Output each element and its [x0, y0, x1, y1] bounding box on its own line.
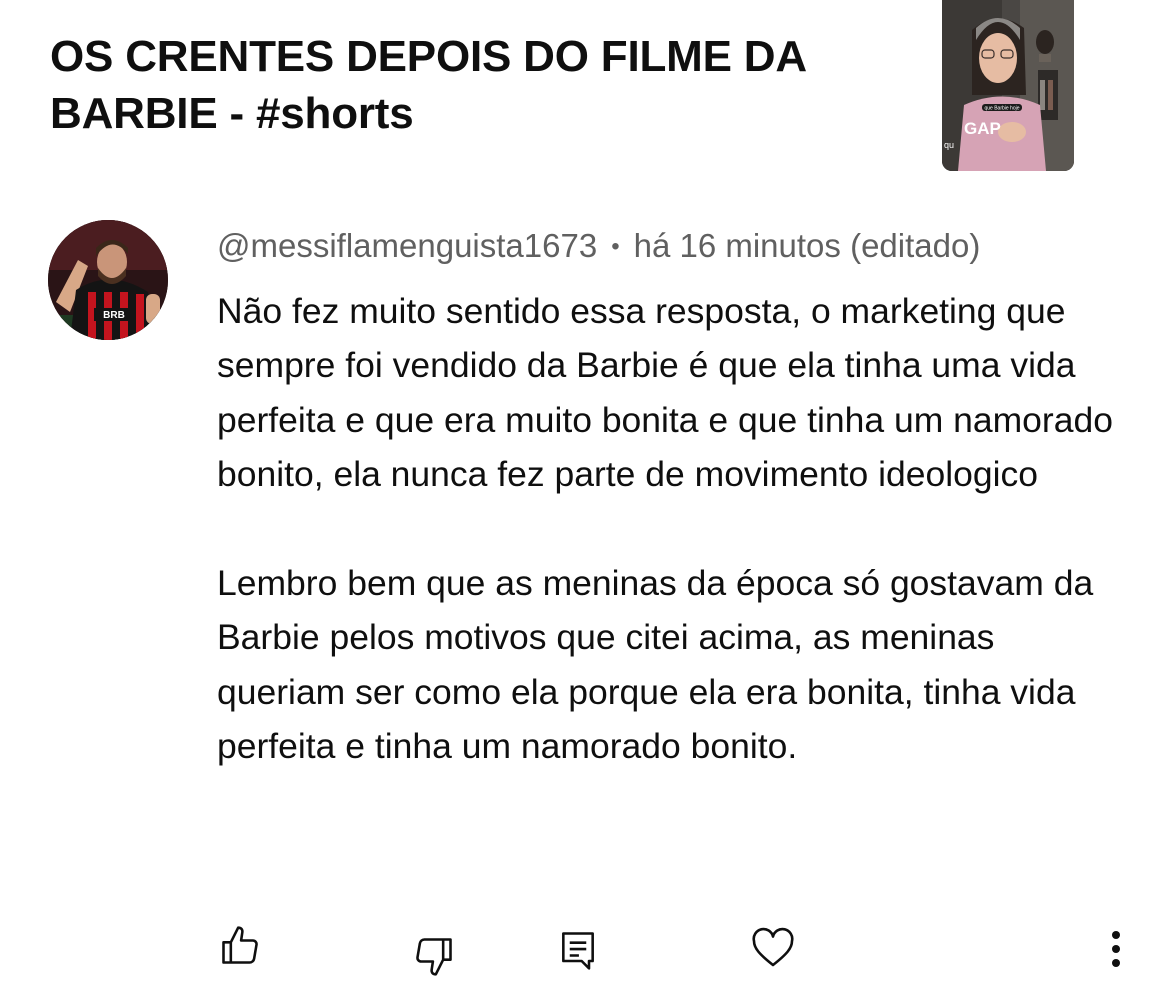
comment-author[interactable]: @messiflamenguista1673 [217, 227, 597, 264]
dislike-button[interactable] [408, 930, 460, 982]
comment-meta: @messiflamenguista1673 • há 16 minutos (ed… [217, 224, 980, 268]
thumbnail-caption: que Barbie hoje [984, 106, 1019, 112]
avatar-shirt-text: BRB [103, 310, 125, 321]
video-thumbnail[interactable]: que Barbie hoje GAP qu [942, 0, 1074, 171]
comment-icon [562, 932, 594, 970]
comment-paragraph: Lembro bem que as meninas da época só go… [217, 563, 1094, 767]
comment-timestamp: há 16 minutos (editado) [633, 227, 981, 264]
heart-icon [752, 927, 794, 967]
thumbnail-shirt-text: GAP [964, 119, 1001, 138]
thumbnail-image: que Barbie hoje GAP qu [942, 0, 1074, 171]
meta-separator: • [611, 233, 620, 260]
thumbs-down-icon [416, 938, 452, 976]
like-button[interactable] [214, 920, 266, 972]
comment-text: Não fez muito sentido essa resposta, o m… [217, 284, 1117, 774]
commenter-avatar[interactable]: BRB [48, 220, 168, 340]
reply-button[interactable] [552, 924, 604, 976]
thumbnail-edge-text: qu [944, 140, 954, 150]
video-title[interactable]: OS CRENTES DEPOIS DO FILME DA BARBIE - #… [50, 28, 900, 142]
heart-button[interactable] [747, 922, 799, 974]
comment-paragraph: Não fez muito sentido essa resposta, o m… [217, 291, 1113, 495]
thumbs-up-icon [222, 926, 258, 964]
more-options-button[interactable] [1090, 922, 1142, 974]
avatar-image: BRB [48, 220, 168, 340]
more-vertical-icon [1112, 931, 1120, 967]
